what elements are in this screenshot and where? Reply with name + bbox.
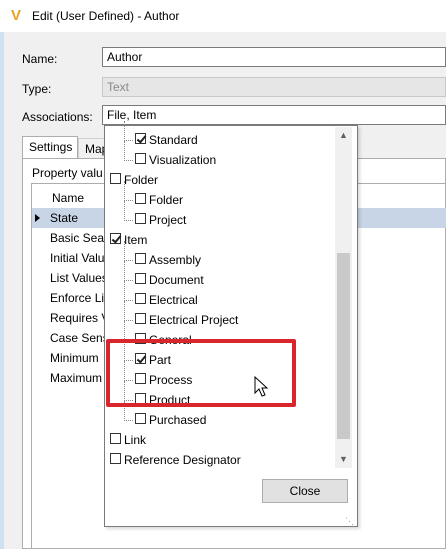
dropdown-item-label: Document	[149, 273, 204, 287]
checkbox[interactable]	[135, 413, 146, 424]
dropdown-item-label: Visualization	[149, 153, 217, 167]
row-selector-arrow-icon	[35, 214, 40, 222]
checkbox[interactable]	[135, 293, 146, 304]
checkbox[interactable]	[135, 193, 146, 204]
dropdown-item[interactable]: Standard	[105, 121, 333, 149]
dropdown-item[interactable]: Purchased	[105, 401, 333, 429]
associations-label: Associations:	[22, 110, 93, 124]
tree-connector	[124, 140, 133, 141]
tree-connector	[124, 321, 125, 341]
tree-connector	[124, 300, 133, 301]
scroll-up-arrow-icon[interactable]: ▲	[335, 127, 352, 144]
type-label: Type:	[22, 82, 52, 96]
associations-dropdown: ▲ ▼ Standard Visualization Folder Folder Pro…	[104, 121, 358, 527]
title-bar: V Edit (User Defined) - Author	[0, 0, 446, 32]
dropdown-item[interactable]: Assembly	[105, 241, 333, 269]
checkbox[interactable]	[135, 153, 146, 164]
dropdown-item-label: Item	[124, 233, 148, 247]
dropdown-item[interactable]: Link	[105, 431, 333, 449]
checkbox[interactable]	[110, 453, 121, 464]
scrollbar-thumb[interactable]	[337, 253, 350, 439]
tree-connector	[124, 200, 133, 201]
dropdown-item-label: Electrical Project	[149, 313, 239, 327]
resize-grip-icon[interactable]: ⋱	[345, 516, 355, 526]
background-window-edge	[0, 0, 4, 549]
tree-connector	[124, 181, 125, 201]
property-values-label: Property valu	[32, 166, 103, 180]
dropdown-item-label: Folder	[149, 193, 184, 207]
dropdown-item[interactable]: Electrical	[105, 281, 333, 309]
tree-connector	[124, 201, 125, 221]
tree-connector	[124, 220, 133, 221]
checked-checkbox[interactable]	[135, 133, 146, 144]
dropdown-item-label: Link	[124, 433, 147, 447]
dropdown-item[interactable]: Visualization	[105, 141, 333, 169]
tree-connector	[124, 241, 125, 261]
tree-connector	[124, 260, 133, 261]
tree-connector	[124, 261, 125, 281]
name-field[interactable]: Author	[102, 47, 446, 67]
dropdown-item-label: Purchased	[149, 413, 207, 427]
tree-connector	[124, 121, 125, 141]
mouse-cursor-icon	[254, 376, 269, 397]
vault-logo-icon: V	[10, 7, 21, 24]
checked-checkbox[interactable]	[110, 233, 121, 244]
type-field: Text	[102, 77, 446, 97]
tree-connector	[124, 280, 133, 281]
dropdown-item[interactable]: Folder	[105, 181, 333, 209]
dropdown-item[interactable]: Project	[105, 201, 333, 229]
checkbox[interactable]	[135, 313, 146, 324]
name-label: Name:	[22, 52, 58, 66]
window-title: Edit (User Defined) - Author	[32, 9, 180, 23]
dropdown-item-label: Electrical	[149, 293, 198, 307]
checkbox[interactable]	[135, 213, 146, 224]
checkbox[interactable]	[135, 253, 146, 264]
dropdown-item[interactable]: Electrical Project	[105, 301, 333, 329]
dropdown-item-label: Folder	[124, 173, 159, 187]
tree-connector	[124, 160, 133, 161]
dropdown-item[interactable]: Document	[105, 261, 333, 289]
associations-field[interactable]: File, Item	[102, 105, 446, 125]
dropdown-scrollbar[interactable]: ▲ ▼	[335, 127, 352, 468]
tree-connector	[124, 281, 125, 301]
close-button[interactable]: Close	[262, 479, 348, 503]
dropdown-item[interactable]: Item	[105, 231, 333, 249]
dropdown-item-label: Reference Designator	[124, 453, 241, 467]
dropdown-item-label: Assembly	[149, 253, 202, 267]
tree-connector	[124, 320, 133, 321]
dropdown-item-label: Standard	[149, 133, 198, 147]
tree-connector	[124, 141, 125, 161]
tab-settings[interactable]: Settings	[22, 136, 78, 158]
dropdown-item[interactable]: Reference Designator	[105, 451, 333, 469]
checkbox[interactable]	[110, 433, 121, 444]
tree-connector	[124, 420, 133, 421]
dropdown-item[interactable]: Folder	[105, 171, 333, 189]
scroll-down-arrow-icon[interactable]: ▼	[335, 451, 352, 468]
dropdown-item-label: Project	[149, 213, 187, 227]
checkbox[interactable]	[110, 173, 121, 184]
tree-connector	[124, 301, 125, 321]
checkbox[interactable]	[135, 273, 146, 284]
